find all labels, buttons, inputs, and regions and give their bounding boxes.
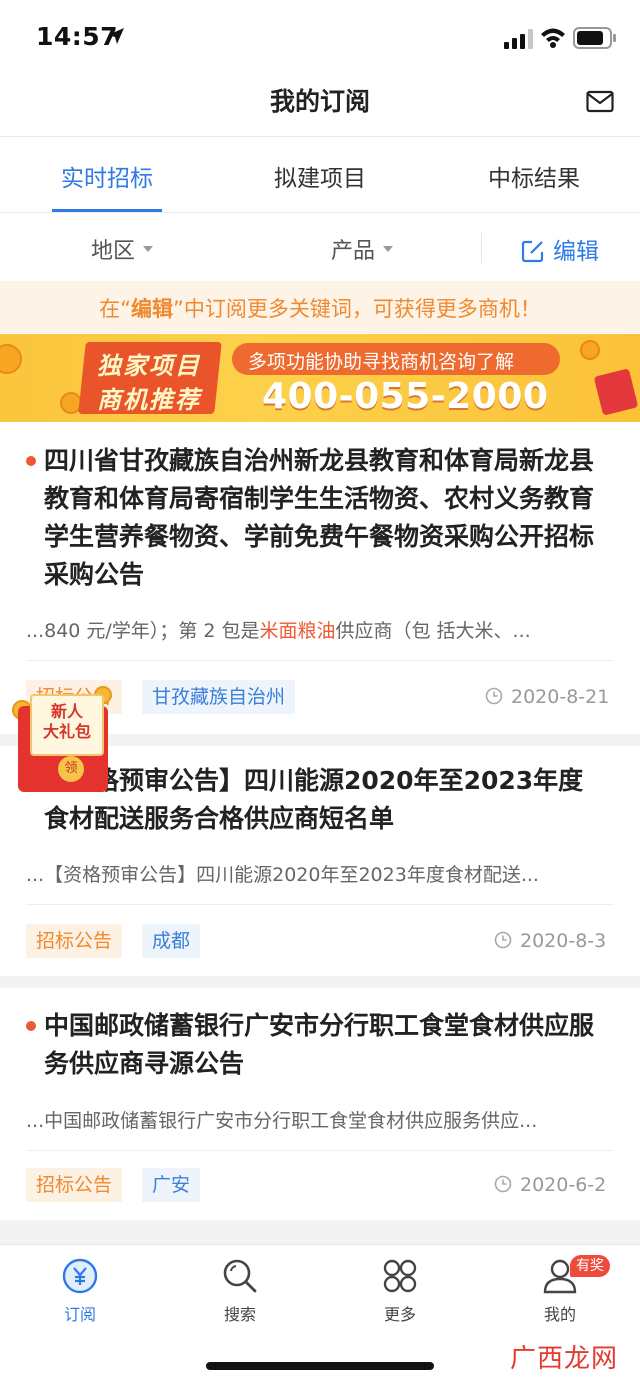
reward-badge: 有奖 xyxy=(570,1255,610,1277)
region-filter-label: 地区 xyxy=(91,239,136,264)
tab-subscribe-label: 订阅 xyxy=(63,1305,96,1324)
edit-label: 编辑 xyxy=(553,239,599,265)
clock-icon xyxy=(485,687,503,704)
tip-keyword: 编辑 xyxy=(131,297,173,321)
red-envelope-decoration xyxy=(593,368,639,416)
tip-suffix: ”中订阅更多关键词，可获得更多商机！ xyxy=(173,297,541,321)
new-user-gift-button[interactable]: 新人 大礼包 领 xyxy=(12,686,112,796)
clock-icon xyxy=(494,931,512,948)
home-indicator[interactable] xyxy=(206,1362,434,1370)
status-time: 14:57 xyxy=(36,22,119,51)
edit-button[interactable]: 编辑 xyxy=(521,232,599,266)
more-grid-icon xyxy=(383,1259,417,1293)
tab-more[interactable]: 更多 xyxy=(360,1257,440,1325)
coin-decoration xyxy=(580,340,600,360)
card-gap xyxy=(0,976,640,988)
promo-banner[interactable]: 独家项目 商机推荐 多项功能协助寻找商机咨询了解 400-055-2000 xyxy=(0,334,640,422)
region-tag: 广安 xyxy=(142,1168,201,1202)
type-tag: 招标公告 xyxy=(26,1168,123,1202)
card-snippet: ...中国邮政储蓄银行广安市分行职工食堂食材供应服务供应... xyxy=(26,1110,538,1132)
card-snippet: ...840 元/学年）；第 2 包是米面粮油供应商（包 括大米、... xyxy=(26,616,606,643)
card-divider xyxy=(26,660,614,661)
card-snippet: ...【资格预审公告】四川能源2020年至2023年度食材配送... xyxy=(26,864,539,886)
tab-profile-label: 我的 xyxy=(543,1305,576,1324)
unread-dot xyxy=(26,456,36,466)
publish-date: 2020-8-21 xyxy=(485,686,609,708)
edit-icon xyxy=(521,240,544,262)
card-title[interactable]: 四川省甘孜藏族自治州新龙县教育和体育局新龙县教育和体育局寄宿制学生生活物资、农村… xyxy=(44,442,604,594)
card-title[interactable]: 【资格预审公告】四川能源2020年至2023年度食材配送服务合格供应商短名单 xyxy=(44,762,604,838)
search-icon xyxy=(223,1259,257,1293)
status-bar: 14:57 xyxy=(0,0,640,76)
promo-badge-line2: 商机推荐 xyxy=(97,386,201,414)
gift-card: 新人 大礼包 xyxy=(30,694,104,756)
date-text: 2020-6-2 xyxy=(520,1174,607,1196)
subscribe-icon xyxy=(62,1258,98,1294)
filter-divider xyxy=(481,233,482,263)
snippet-text: ...840 元/学年）；第 2 包是 xyxy=(26,620,260,642)
coin-decoration xyxy=(0,344,22,374)
caret-down-icon xyxy=(143,246,154,252)
card-divider xyxy=(26,904,614,905)
snippet-text: 供应商（包 括大米、... xyxy=(335,620,531,642)
cellular-signal-icon xyxy=(504,29,533,49)
date-text: 2020-8-21 xyxy=(511,686,610,708)
card-gap xyxy=(0,1220,640,1244)
card-title[interactable]: 中国邮政储蓄银行广安市分行职工食堂食材供应服务供应商寻源公告 xyxy=(44,1007,604,1083)
tab-bar-top: 实时招标 拟建项目 中标结果 xyxy=(0,137,640,213)
unread-dot xyxy=(26,1021,36,1031)
tab-subscribe[interactable]: 订阅 xyxy=(40,1257,120,1325)
tab-realtime-tenders[interactable]: 实时招标 xyxy=(61,159,153,193)
clock-icon xyxy=(494,1175,512,1192)
filter-row: 地区 产品 编辑 xyxy=(0,213,640,281)
subscription-tip: 在“编辑”中订阅更多关键词，可获得更多商机！ xyxy=(0,281,640,333)
gift-seal: 领 xyxy=(58,756,84,782)
region-tag: 成都 xyxy=(142,924,201,958)
product-filter[interactable]: 产品 xyxy=(331,233,394,265)
caret-down-icon xyxy=(383,246,394,252)
tab-search[interactable]: 搜索 xyxy=(200,1257,280,1325)
tab-more-label: 更多 xyxy=(383,1305,416,1324)
page-title: 我的订阅 xyxy=(269,87,370,116)
tip-prefix: 在“ xyxy=(99,297,131,321)
region-filter[interactable]: 地区 xyxy=(91,233,154,265)
date-text: 2020-8-3 xyxy=(520,930,607,952)
card-divider xyxy=(26,1150,614,1151)
tab-planned-projects[interactable]: 拟建项目 xyxy=(274,159,366,193)
mail-icon[interactable] xyxy=(586,90,614,114)
publish-date: 2020-6-2 xyxy=(494,1174,606,1196)
promo-subtitle: 多项功能协助寻找商机咨询了解 xyxy=(248,351,515,373)
product-filter-label: 产品 xyxy=(331,239,376,264)
gift-label-line2: 大礼包 xyxy=(42,722,91,741)
tab-search-label: 搜索 xyxy=(223,1305,256,1324)
watermark-logo: 广西龙网 xyxy=(510,1344,619,1374)
type-tag: 招标公告 xyxy=(26,924,123,958)
wifi-icon xyxy=(541,28,565,48)
gift-label-line1: 新人 xyxy=(50,702,83,721)
snippet-highlight: 米面粮油 xyxy=(259,620,336,642)
location-arrow-icon xyxy=(108,28,124,44)
region-tag: 甘孜藏族自治州 xyxy=(142,680,296,714)
promo-badge-line1: 独家项目 xyxy=(97,352,201,380)
battery-icon xyxy=(573,27,616,49)
promo-phone-number[interactable]: 400-055-2000 xyxy=(262,376,548,417)
tab-award-results[interactable]: 中标结果 xyxy=(488,159,580,193)
list-item[interactable]: 中国邮政储蓄银行广安市分行职工食堂食材供应服务供应商寻源公告 ...中国邮政储蓄… xyxy=(0,988,640,1220)
publish-date: 2020-8-3 xyxy=(494,930,606,952)
